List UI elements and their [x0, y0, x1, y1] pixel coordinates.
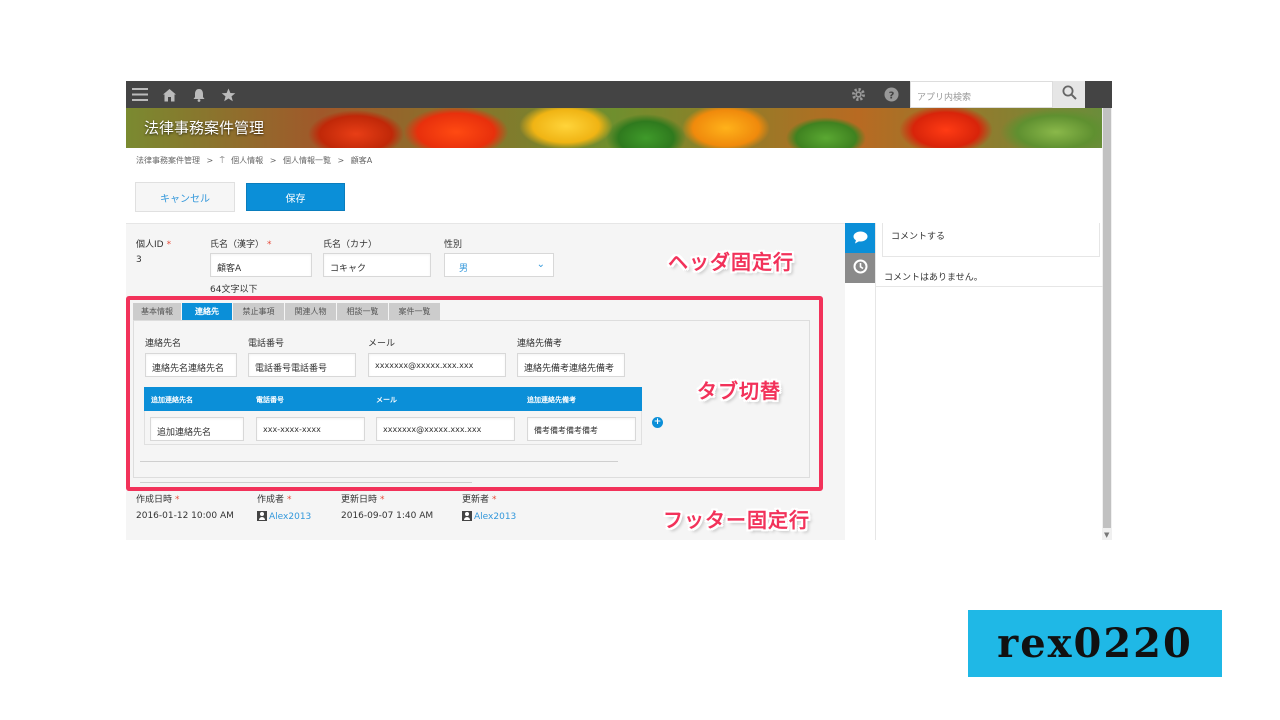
creator-value: Alex2013 — [257, 511, 311, 522]
history-toggle-button[interactable] — [845, 253, 875, 283]
app-search-input[interactable]: アプリ内検索 — [910, 81, 1053, 108]
updater-label: 更新者 * — [462, 495, 497, 505]
breadcrumb: 法律事務案件管理 > ⍑ 個人情報 > 個人情報一覧 > 顧客A — [136, 155, 376, 166]
tab-switch-annotation: タブ切替 — [697, 379, 781, 403]
scrollbar-thumb[interactable] — [1103, 108, 1111, 528]
breadcrumb-space[interactable]: 個人情報 — [231, 156, 263, 165]
updater-value: Alex2013 — [462, 511, 516, 522]
app-title: 法律事務案件管理 — [144, 119, 265, 137]
comment-icon — [853, 229, 868, 248]
help-icon[interactable]: ? — [879, 81, 903, 108]
comments-panel: コメントする コメントはありません。 — [875, 223, 1103, 540]
cancel-button[interactable]: キャンセル — [135, 182, 235, 212]
app-header-banner: 法律事務案件管理 — [126, 108, 1102, 148]
updated-at-label: 更新日時 * — [341, 495, 385, 505]
footer-fixed-annotation: フッター固定行 — [663, 508, 810, 532]
scroll-down-arrow-icon[interactable]: ▼ — [1104, 531, 1109, 539]
updater-link[interactable]: Alex2013 — [474, 512, 516, 522]
save-button[interactable]: 保存 — [246, 183, 345, 211]
star-icon[interactable] — [216, 81, 240, 108]
user-icon — [257, 511, 267, 521]
personal-id-label: 個人ID * — [136, 240, 172, 250]
svg-text:?: ? — [888, 90, 894, 101]
created-at-label: 作成日時 * — [136, 495, 180, 505]
breadcrumb-separator: > — [269, 156, 277, 165]
breadcrumb-list[interactable]: 個人情報一覧 — [283, 156, 331, 165]
search-icon — [1062, 85, 1077, 104]
breadcrumb-separator: > — [337, 156, 345, 165]
gear-icon[interactable] — [846, 81, 870, 108]
history-icon — [853, 259, 868, 278]
updated-at-value: 2016-09-07 1:40 AM — [341, 511, 434, 521]
top-navigation-bar: ? アプリ内検索 — [126, 81, 1112, 108]
name-kana-field[interactable]: コキャク — [323, 253, 431, 277]
user-icon — [462, 511, 472, 521]
name-kana-label: 氏名（カナ） — [323, 240, 378, 250]
name-kanji-hint: 64文字以下 — [210, 285, 258, 295]
author-badge-text: rex0220 — [997, 620, 1193, 667]
creator-label: 作成者 * — [257, 495, 292, 505]
topbar-end — [1085, 81, 1112, 108]
gender-select[interactable]: 男 ⌄ — [444, 253, 554, 277]
personal-id-value: 3 — [136, 255, 142, 265]
comments-divider — [876, 286, 1103, 287]
name-kanji-label: 氏名（漢字） * — [210, 240, 272, 250]
comment-toggle-button[interactable] — [845, 223, 875, 253]
comment-input[interactable]: コメントする — [882, 223, 1100, 257]
name-kanji-field[interactable]: 顧客A — [210, 253, 312, 277]
breadcrumb-record: 顧客A — [350, 156, 373, 165]
bell-icon[interactable] — [187, 81, 211, 108]
search-button[interactable] — [1053, 81, 1085, 108]
creator-link[interactable]: Alex2013 — [269, 512, 311, 522]
no-comments-text: コメントはありません。 — [884, 273, 983, 283]
space-pin-icon: ⍑ — [219, 156, 225, 165]
author-badge: rex0220 — [968, 610, 1222, 677]
page-scrollbar[interactable]: ▼ — [1102, 108, 1112, 540]
gender-select-value: 男 — [459, 264, 469, 274]
created-at-value: 2016-01-12 10:00 AM — [136, 511, 234, 521]
breadcrumb-separator: > — [206, 156, 214, 165]
header-fixed-annotation: ヘッダ固定行 — [668, 250, 794, 274]
home-icon[interactable] — [157, 81, 181, 108]
breadcrumb-app[interactable]: 法律事務案件管理 — [136, 156, 200, 165]
chevron-down-icon: ⌄ — [536, 259, 545, 270]
menu-icon[interactable] — [128, 81, 152, 108]
gender-label: 性別 — [444, 240, 463, 250]
